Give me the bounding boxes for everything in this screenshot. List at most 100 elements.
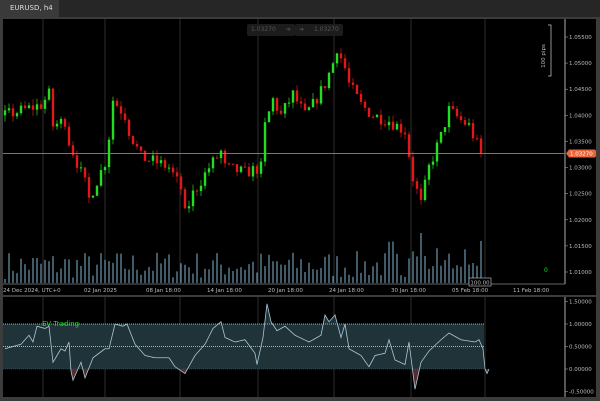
candle-body	[183, 189, 187, 209]
price-label: 1.04000	[569, 113, 592, 119]
crosshair-value-right: 1.03270	[313, 26, 339, 33]
candle-body	[3, 110, 7, 116]
candle-body	[375, 114, 379, 118]
time-label: 14 Jan 18:00	[207, 288, 242, 294]
candle-body	[167, 167, 171, 169]
candle-body	[367, 107, 371, 117]
price-label: 1.02000	[569, 218, 592, 224]
arrow-right-icon: ➔	[285, 26, 291, 33]
candle-body	[31, 105, 35, 110]
indicator-name-label: EV Trading	[42, 320, 79, 328]
candle-body	[447, 106, 451, 128]
candle-body	[327, 72, 331, 88]
time-axis-labels: 24 Dec 2024, UTC+0 02 Jan 2025 08 Jan 18:0…	[3, 288, 550, 294]
candle-body	[251, 166, 255, 177]
candle-body	[355, 84, 359, 94]
candle-body	[67, 126, 71, 146]
time-label: 24 Dec 2024, UTC+0	[3, 288, 61, 294]
candle-body	[211, 157, 215, 169]
time-label: 11 Feb 18:00	[513, 288, 550, 294]
candle-body	[387, 121, 391, 126]
candle-body	[187, 206, 191, 209]
crosshair-chip-right: ➔ 1.03270	[295, 24, 343, 36]
candle-body	[35, 104, 39, 110]
time-label: 20 Jan 18:00	[268, 288, 303, 294]
candle-body	[139, 146, 143, 151]
candle-body	[231, 163, 235, 165]
candle-body	[463, 120, 467, 125]
candle-body	[63, 118, 67, 127]
candle-body	[403, 132, 407, 135]
candle-body	[159, 160, 163, 164]
pips-ruler-label: 100 pips	[541, 44, 547, 68]
volume-value-label: 100.00	[470, 281, 490, 287]
candle-body	[219, 150, 223, 158]
candle-body	[79, 167, 83, 169]
candle-body	[467, 123, 471, 125]
candle-body	[383, 124, 387, 126]
candle-body	[315, 99, 319, 104]
candle-body	[439, 131, 443, 143]
candle-body	[143, 150, 147, 161]
candle-body	[263, 122, 267, 162]
volume-value-tag: 100.00	[468, 277, 492, 287]
candle-body	[51, 88, 55, 127]
time-label: 30 Jan 18:00	[391, 288, 426, 294]
candle-body	[75, 155, 79, 168]
candle-body	[47, 88, 51, 100]
indicator-axis-label: 0.00000	[569, 367, 592, 373]
candle-body	[323, 86, 327, 88]
price-label: 1.01500	[569, 244, 592, 250]
price-label: 1.03500	[569, 139, 592, 145]
price-label: 1.02500	[569, 192, 592, 198]
candle-body	[91, 195, 95, 198]
candle-body	[475, 138, 479, 140]
time-label: 05 Feb 18:00	[452, 288, 489, 294]
candle-body	[283, 103, 287, 114]
candle-body	[151, 155, 155, 161]
candle-body	[291, 90, 295, 103]
current-price-label: 1.03270	[570, 151, 593, 157]
current-price-tag: 1.03270	[566, 149, 596, 158]
candle-body	[59, 118, 63, 124]
candle-body	[431, 161, 435, 165]
candle-body	[247, 166, 251, 177]
candle-body	[391, 121, 395, 130]
candle-body	[171, 167, 175, 173]
candle-body	[371, 116, 375, 118]
candle-body	[335, 53, 339, 64]
indicator-axis-label: 1.00000	[569, 322, 592, 328]
candle-body	[259, 161, 263, 174]
candle-body	[455, 108, 459, 117]
candle-body	[339, 53, 343, 59]
candle-body	[243, 166, 247, 168]
candle-body	[399, 123, 403, 133]
candle-body	[351, 82, 355, 85]
candle-body	[319, 86, 323, 104]
candle-body	[443, 127, 447, 132]
candle-body	[295, 90, 299, 102]
candle-body	[15, 113, 19, 117]
candle-body	[395, 123, 399, 130]
candle-body	[359, 93, 363, 102]
candle-body	[7, 108, 11, 111]
candle-body	[163, 160, 167, 168]
candle-body	[19, 105, 23, 114]
crosshair-chip-left: 1.03270 ➔	[247, 24, 295, 36]
candle-body	[27, 105, 31, 108]
candle-body	[427, 164, 431, 180]
candle-body	[299, 101, 303, 104]
price-label: 1.04500	[569, 87, 592, 93]
candle-body	[135, 144, 139, 147]
candle-body	[379, 114, 383, 125]
candle-body	[111, 100, 115, 140]
candle-body	[267, 111, 271, 123]
candle-body	[103, 167, 107, 171]
chart-canvas[interactable]: 1.05500 1.05000 1.04500 1.04000 1.03500 1.030…	[0, 0, 600, 401]
candle-body	[347, 68, 351, 83]
time-label: 08 Jan 18:00	[146, 288, 181, 294]
candle-body	[235, 164, 239, 173]
time-label: 02 Jan 2025	[84, 288, 117, 294]
candle-body	[471, 123, 475, 139]
candle-body	[115, 100, 119, 107]
